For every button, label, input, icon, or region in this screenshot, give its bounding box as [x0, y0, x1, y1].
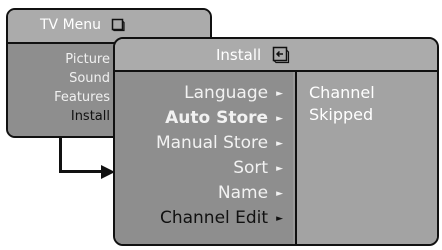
- submenu-text-skipped: Skipped: [309, 105, 374, 124]
- menu-item-label: Sort: [233, 158, 269, 178]
- tv-menu-item-sound[interactable]: Sound: [10, 71, 110, 86]
- connector-line-horizontal: [59, 170, 105, 173]
- menu-item-label: Channel Edit: [159, 208, 269, 228]
- arrow-right-icon: ►: [276, 164, 283, 174]
- menu-item-name[interactable]: Name ►: [218, 183, 283, 203]
- tv-menu-item-picture[interactable]: Picture: [10, 52, 110, 67]
- submenu-text-channel: Channel: [309, 83, 375, 102]
- menu-item-label: Language: [184, 83, 269, 103]
- menu-item-label: Manual Store: [155, 133, 269, 153]
- menu-item-label: Auto Store: [165, 108, 269, 128]
- arrow-right-icon: ►: [276, 214, 283, 224]
- menu-item-language[interactable]: Language ►: [184, 83, 283, 103]
- submenu-icon: [272, 46, 290, 64]
- tv-icon: [111, 18, 125, 32]
- menu-item-label: Name: [217, 183, 269, 203]
- connector-line-vertical: [59, 138, 62, 173]
- install-menu-list: Language ► Auto Store ► Manual Store ► Sort…: [115, 72, 293, 244]
- menu-item-manual-store[interactable]: Manual Store ►: [156, 133, 283, 153]
- arrow-right-icon: ►: [276, 189, 283, 199]
- arrow-right-icon: ►: [276, 139, 283, 149]
- install-title: Install: [216, 46, 262, 64]
- tv-menu-item-install[interactable]: Install: [10, 109, 110, 124]
- tv-menu-item-features[interactable]: Features: [10, 90, 110, 105]
- submenu-panel: Channel Skipped: [295, 72, 437, 244]
- menu-item-auto-store[interactable]: Auto Store ►: [165, 108, 283, 128]
- install-menu-window: Install Language ► Auto Store ► Manual Sto…: [113, 37, 439, 246]
- arrow-right-icon: ►: [276, 89, 283, 99]
- menu-item-channel-edit[interactable]: Channel Edit ►: [160, 208, 283, 228]
- install-title-bar: Install: [115, 39, 437, 72]
- tv-menu-list: Picture Sound Features Install: [8, 44, 116, 136]
- menu-item-sort[interactable]: Sort ►: [233, 158, 283, 178]
- tv-menu-title: TV Menu: [40, 17, 102, 33]
- arrow-right-icon: ►: [276, 114, 283, 124]
